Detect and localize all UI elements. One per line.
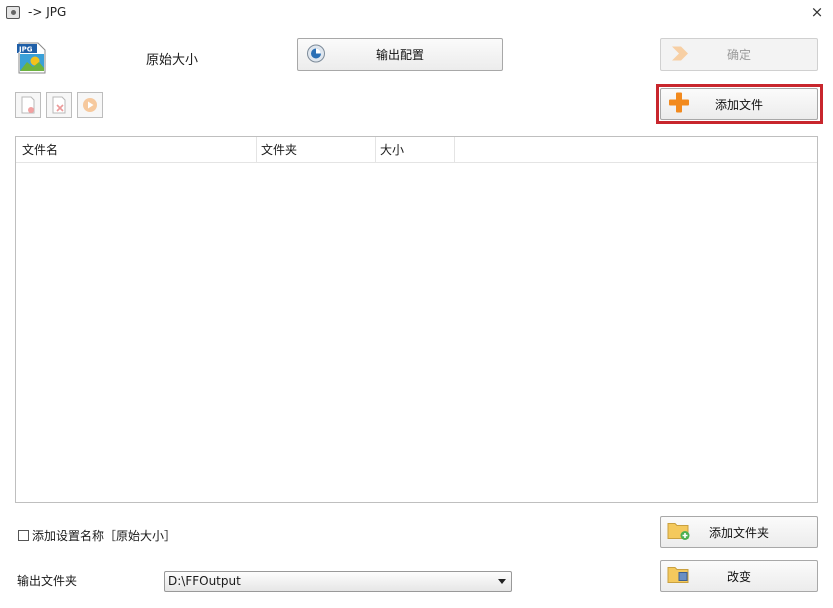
plus-icon	[667, 91, 691, 118]
remove-file-button[interactable]	[15, 92, 41, 118]
chevron-down-icon	[498, 579, 506, 584]
folder-add-icon	[667, 520, 691, 545]
column-header-folder[interactable]: 文件夹	[257, 137, 376, 162]
output-config-button[interactable]: 输出配置	[297, 38, 503, 71]
confirm-label: 确定	[726, 48, 751, 62]
column-header-filename[interactable]: 文件名	[16, 137, 257, 162]
output-config-label: 输出配置	[375, 48, 424, 62]
add-folder-button[interactable]: 添加文件夹	[660, 516, 818, 548]
change-folder-button[interactable]: 改变	[660, 560, 818, 592]
file-list-header: 文件名 文件夹 大小	[16, 137, 817, 163]
jpg-file-icon: JPG	[17, 42, 47, 74]
play-button[interactable]	[77, 92, 103, 118]
folder-icon	[667, 564, 691, 589]
play-icon	[83, 98, 97, 112]
add-file-button[interactable]: 添加文件	[660, 88, 818, 120]
remove-doc-icon	[21, 96, 35, 114]
add-file-label: 添加文件	[714, 97, 763, 112]
gear-icon	[306, 43, 326, 66]
change-folder-label: 改变	[726, 569, 751, 584]
clear-doc-icon	[52, 96, 66, 114]
confirm-button[interactable]: 确定	[660, 38, 818, 71]
column-header-size[interactable]: 大小	[376, 137, 455, 162]
add-setting-name-checkbox[interactable]	[18, 530, 29, 541]
jpg-badge-text: JPG	[18, 46, 33, 54]
add-folder-label: 添加文件夹	[708, 525, 769, 540]
arrow-right-icon	[669, 43, 691, 66]
close-button[interactable]: ×	[806, 2, 828, 22]
add-setting-name-label: 添加设置名称［原始大小］	[32, 529, 177, 543]
output-folder-value: D:\FFOutput	[168, 574, 241, 588]
add-setting-name-option[interactable]: 添加设置名称［原始大小］	[18, 527, 176, 544]
window-title: -> JPG	[28, 5, 67, 19]
format-size-label: 原始大小	[146, 53, 199, 68]
output-folder-label: 输出文件夹	[17, 574, 78, 588]
file-list[interactable]: 文件名 文件夹 大小	[15, 136, 818, 503]
app-icon	[6, 6, 20, 19]
clear-list-button[interactable]	[46, 92, 72, 118]
output-folder-select[interactable]: D:\FFOutput	[164, 571, 512, 592]
